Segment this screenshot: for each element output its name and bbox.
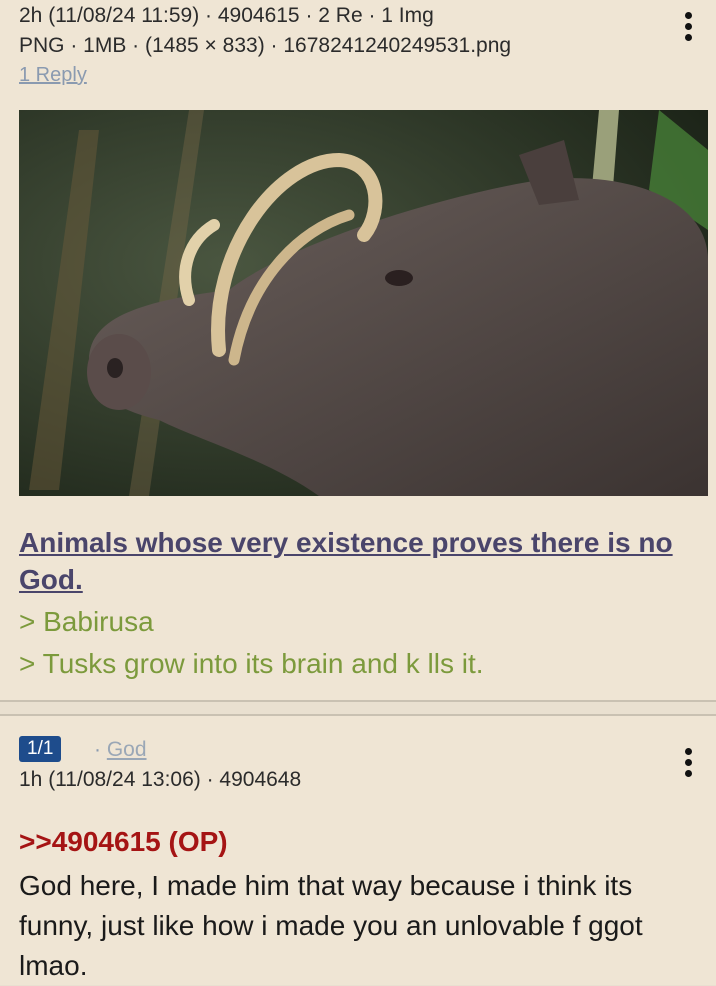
greentext-line-1: > Babirusa (19, 606, 154, 637)
greentext-line-2: > Tusks grow into its brain and k lls it… (19, 648, 484, 679)
more-options-icon[interactable] (684, 748, 694, 781)
post-image[interactable] (19, 110, 708, 496)
more-options-icon[interactable] (684, 12, 694, 45)
quote-link[interactable]: >>4904615 (OP) (19, 826, 228, 858)
poster-name[interactable]: God (107, 738, 147, 761)
name-separator: · (94, 738, 107, 761)
reply-count-link[interactable]: 1 Reply (19, 64, 87, 87)
op-post: 2h (11/08/24 11:59) · 4904615 · 2 Re · 1… (0, 0, 716, 702)
poster-name-line: · God (94, 738, 147, 762)
reply-index-badge: 1/1 (19, 736, 62, 762)
babirusa-image (19, 110, 708, 496)
reply-meta: 1h (11/08/24 13:06) · 4904648 (19, 768, 302, 791)
op-meta-line1: 2h (11/08/24 11:59) · 4904615 · 2 Re · 1… (19, 4, 434, 27)
reply-body: God here, I made him that way because i … (19, 870, 643, 981)
op-file-info[interactable]: PNG · 1MB · (1485 × 833) · 1678241240249… (19, 34, 511, 58)
post-subject: Animals whose very existence proves ther… (19, 527, 673, 595)
